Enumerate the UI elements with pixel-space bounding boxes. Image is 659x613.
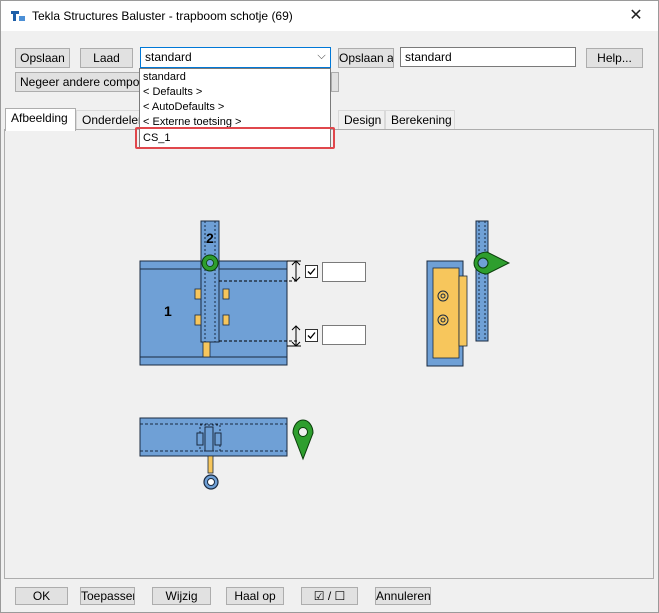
modify-button[interactable]: Wijzig <box>152 587 211 605</box>
window-title: Tekla Structures Baluster - trapboom sch… <box>32 9 293 23</box>
save-button[interactable]: Opslaan <box>15 48 70 68</box>
tab-design[interactable]: Design <box>338 110 385 130</box>
preset-combobox[interactable]: standard ⌵ <box>140 47 331 68</box>
connection-plan-view-diagram <box>139 417 314 490</box>
connection-side-view-diagram: 2 1 <box>139 220 301 366</box>
help-button[interactable]: Help... <box>586 48 643 68</box>
get-button[interactable]: Haal op <box>226 587 284 605</box>
cancel-button[interactable]: Annuleren <box>375 587 431 605</box>
title-bar: Tekla Structures Baluster - trapboom sch… <box>1 1 658 31</box>
toggle-all-checkboxes-button[interactable]: ☑ / ☐ <box>301 587 358 605</box>
bottom-distance-checkbox[interactable] <box>305 329 318 342</box>
load-button[interactable]: Laad <box>80 48 133 68</box>
part-label-1: 1 <box>164 303 172 319</box>
apply-button[interactable]: Toepassen <box>80 587 135 605</box>
preset-combobox-value: standard <box>145 50 192 64</box>
tab-berekening[interactable]: Berekening <box>385 110 455 130</box>
chevron-down-icon[interactable]: ⌵ <box>313 48 330 66</box>
save-as-button[interactable]: Opslaan al <box>338 48 394 68</box>
save-as-input[interactable]: standard <box>400 47 576 67</box>
bottom-distance-input[interactable] <box>322 325 366 345</box>
ok-button[interactable]: OK <box>15 587 68 605</box>
dropdown-option-autodefaults[interactable]: < AutoDefaults > <box>143 100 224 115</box>
tab-afbeelding[interactable]: Afbeelding <box>5 108 76 131</box>
hidden-button-edge <box>331 72 339 92</box>
ignore-other-components-button[interactable]: Negeer andere compon <box>15 72 143 92</box>
plan-direction-marker-icon <box>292 419 314 461</box>
tab-onderdelen[interactable]: Onderdelen <box>76 110 145 130</box>
connection-section-view-diagram <box>426 220 511 367</box>
part-label-2: 2 <box>206 230 214 246</box>
top-distance-checkbox[interactable] <box>305 265 318 278</box>
dropdown-option-standard[interactable]: standard <box>143 70 186 85</box>
dropdown-option-defaults[interactable]: < Defaults > <box>143 85 202 100</box>
dropdown-highlight-box <box>135 127 335 149</box>
top-distance-input[interactable] <box>322 262 366 282</box>
dialog-window: Tekla Structures Baluster - trapboom sch… <box>0 0 659 613</box>
tekla-app-icon <box>10 9 26 23</box>
close-icon[interactable]: ✕ <box>614 1 658 31</box>
